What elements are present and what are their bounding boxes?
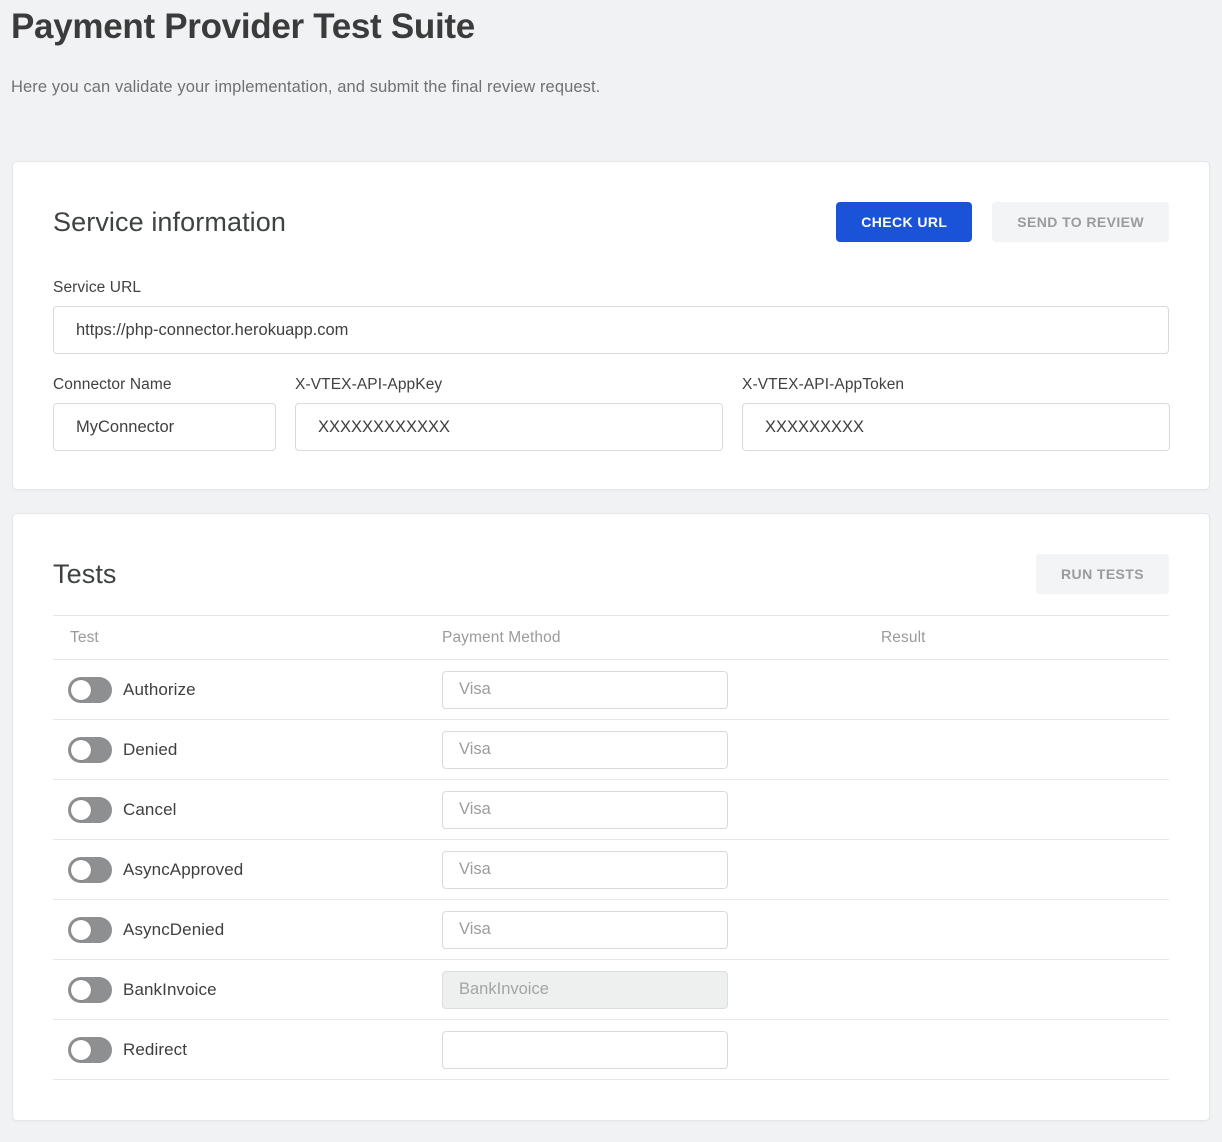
- payment-method-cell: [442, 971, 881, 1009]
- tests-heading: Tests: [53, 559, 117, 590]
- payment-method-input[interactable]: [442, 1031, 728, 1069]
- app-token-field: X-VTEX-API-AppToken: [742, 376, 1170, 451]
- test-row: Denied: [53, 720, 1169, 780]
- test-name: AsyncApproved: [123, 860, 243, 880]
- toggle-knob-icon: [71, 980, 91, 1000]
- payment-method-cell: [442, 851, 881, 889]
- run-tests-button[interactable]: RUN TESTS: [1036, 554, 1169, 594]
- payment-method-input[interactable]: [442, 911, 728, 949]
- service-actions: CHECK URL SEND TO REVIEW: [836, 202, 1169, 242]
- payment-method-cell: [442, 791, 881, 829]
- app-key-label: X-VTEX-API-AppKey: [295, 376, 723, 394]
- test-cell: BankInvoice: [53, 977, 442, 1003]
- test-toggle[interactable]: [68, 797, 112, 823]
- payment-method-cell: [442, 671, 881, 709]
- connector-name-input[interactable]: [53, 403, 276, 451]
- app-token-input[interactable]: [742, 403, 1170, 451]
- app-token-label: X-VTEX-API-AppToken: [742, 376, 1170, 394]
- test-toggle[interactable]: [68, 677, 112, 703]
- tests-card: Tests RUN TESTS Test Payment Method Resu…: [12, 513, 1210, 1121]
- connector-name-field: Connector Name: [53, 376, 276, 451]
- test-row: AsyncApproved: [53, 840, 1169, 900]
- payment-method-cell: [442, 911, 881, 949]
- test-name: BankInvoice: [123, 980, 217, 1000]
- send-to-review-button[interactable]: SEND TO REVIEW: [992, 202, 1169, 242]
- toggle-knob-icon: [71, 1040, 91, 1060]
- app-key-input[interactable]: [295, 403, 723, 451]
- toggle-knob-icon: [71, 920, 91, 940]
- test-toggle[interactable]: [68, 1037, 112, 1063]
- test-row: AsyncDenied: [53, 900, 1169, 960]
- payment-method-input[interactable]: [442, 971, 728, 1009]
- connector-name-label: Connector Name: [53, 376, 276, 394]
- test-name: Denied: [123, 740, 177, 760]
- payment-method-input[interactable]: [442, 671, 728, 709]
- toggle-knob-icon: [71, 740, 91, 760]
- test-cell: Redirect: [53, 1037, 442, 1063]
- test-row: BankInvoice: [53, 960, 1169, 1020]
- payment-method-input[interactable]: [442, 851, 728, 889]
- test-row: Redirect: [53, 1020, 1169, 1080]
- test-cell: Cancel: [53, 797, 442, 823]
- service-url-label: Service URL: [53, 279, 1169, 297]
- service-information-card: Service information CHECK URL SEND TO RE…: [12, 161, 1210, 490]
- test-row: Cancel: [53, 780, 1169, 840]
- test-toggle[interactable]: [68, 737, 112, 763]
- test-cell: Denied: [53, 737, 442, 763]
- column-header-payment-method: Payment Method: [442, 629, 881, 647]
- test-cell: AsyncDenied: [53, 917, 442, 943]
- tests-table: Test Payment Method Result Authorize Den…: [53, 615, 1169, 1080]
- test-name: AsyncDenied: [123, 920, 224, 940]
- test-toggle[interactable]: [68, 977, 112, 1003]
- credentials-row: Connector Name X-VTEX-API-AppKey X-VTEX-…: [53, 376, 1169, 451]
- payment-method-input[interactable]: [442, 791, 728, 829]
- test-name: Authorize: [123, 680, 196, 700]
- toggle-knob-icon: [71, 800, 91, 820]
- page-header: Payment Provider Test Suite Here you can…: [0, 0, 1222, 97]
- service-information-heading: Service information: [53, 207, 286, 238]
- column-header-result: Result: [881, 629, 1169, 647]
- app-key-field: X-VTEX-API-AppKey: [295, 376, 723, 451]
- tests-card-header: Tests RUN TESTS: [53, 554, 1169, 594]
- test-cell: AsyncApproved: [53, 857, 442, 883]
- page-root: Payment Provider Test Suite Here you can…: [0, 0, 1222, 1121]
- column-header-test: Test: [53, 629, 442, 647]
- payment-method-cell: [442, 1031, 881, 1069]
- test-row: Authorize: [53, 660, 1169, 720]
- tests-table-header: Test Payment Method Result: [53, 615, 1169, 660]
- check-url-button[interactable]: CHECK URL: [836, 202, 972, 242]
- service-card-header: Service information CHECK URL SEND TO RE…: [53, 202, 1169, 242]
- tests-table-body: Authorize Denied Cancel: [53, 660, 1169, 1080]
- test-name: Redirect: [123, 1040, 187, 1060]
- test-toggle[interactable]: [68, 857, 112, 883]
- test-cell: Authorize: [53, 677, 442, 703]
- test-toggle[interactable]: [68, 917, 112, 943]
- payment-method-cell: [442, 731, 881, 769]
- test-name: Cancel: [123, 800, 177, 820]
- page-title: Payment Provider Test Suite: [11, 6, 1211, 48]
- payment-method-input[interactable]: [442, 731, 728, 769]
- toggle-knob-icon: [71, 860, 91, 880]
- page-subtitle: Here you can validate your implementatio…: [11, 78, 1211, 97]
- service-url-input[interactable]: [53, 306, 1169, 354]
- service-url-field: Service URL: [53, 279, 1169, 354]
- toggle-knob-icon: [71, 680, 91, 700]
